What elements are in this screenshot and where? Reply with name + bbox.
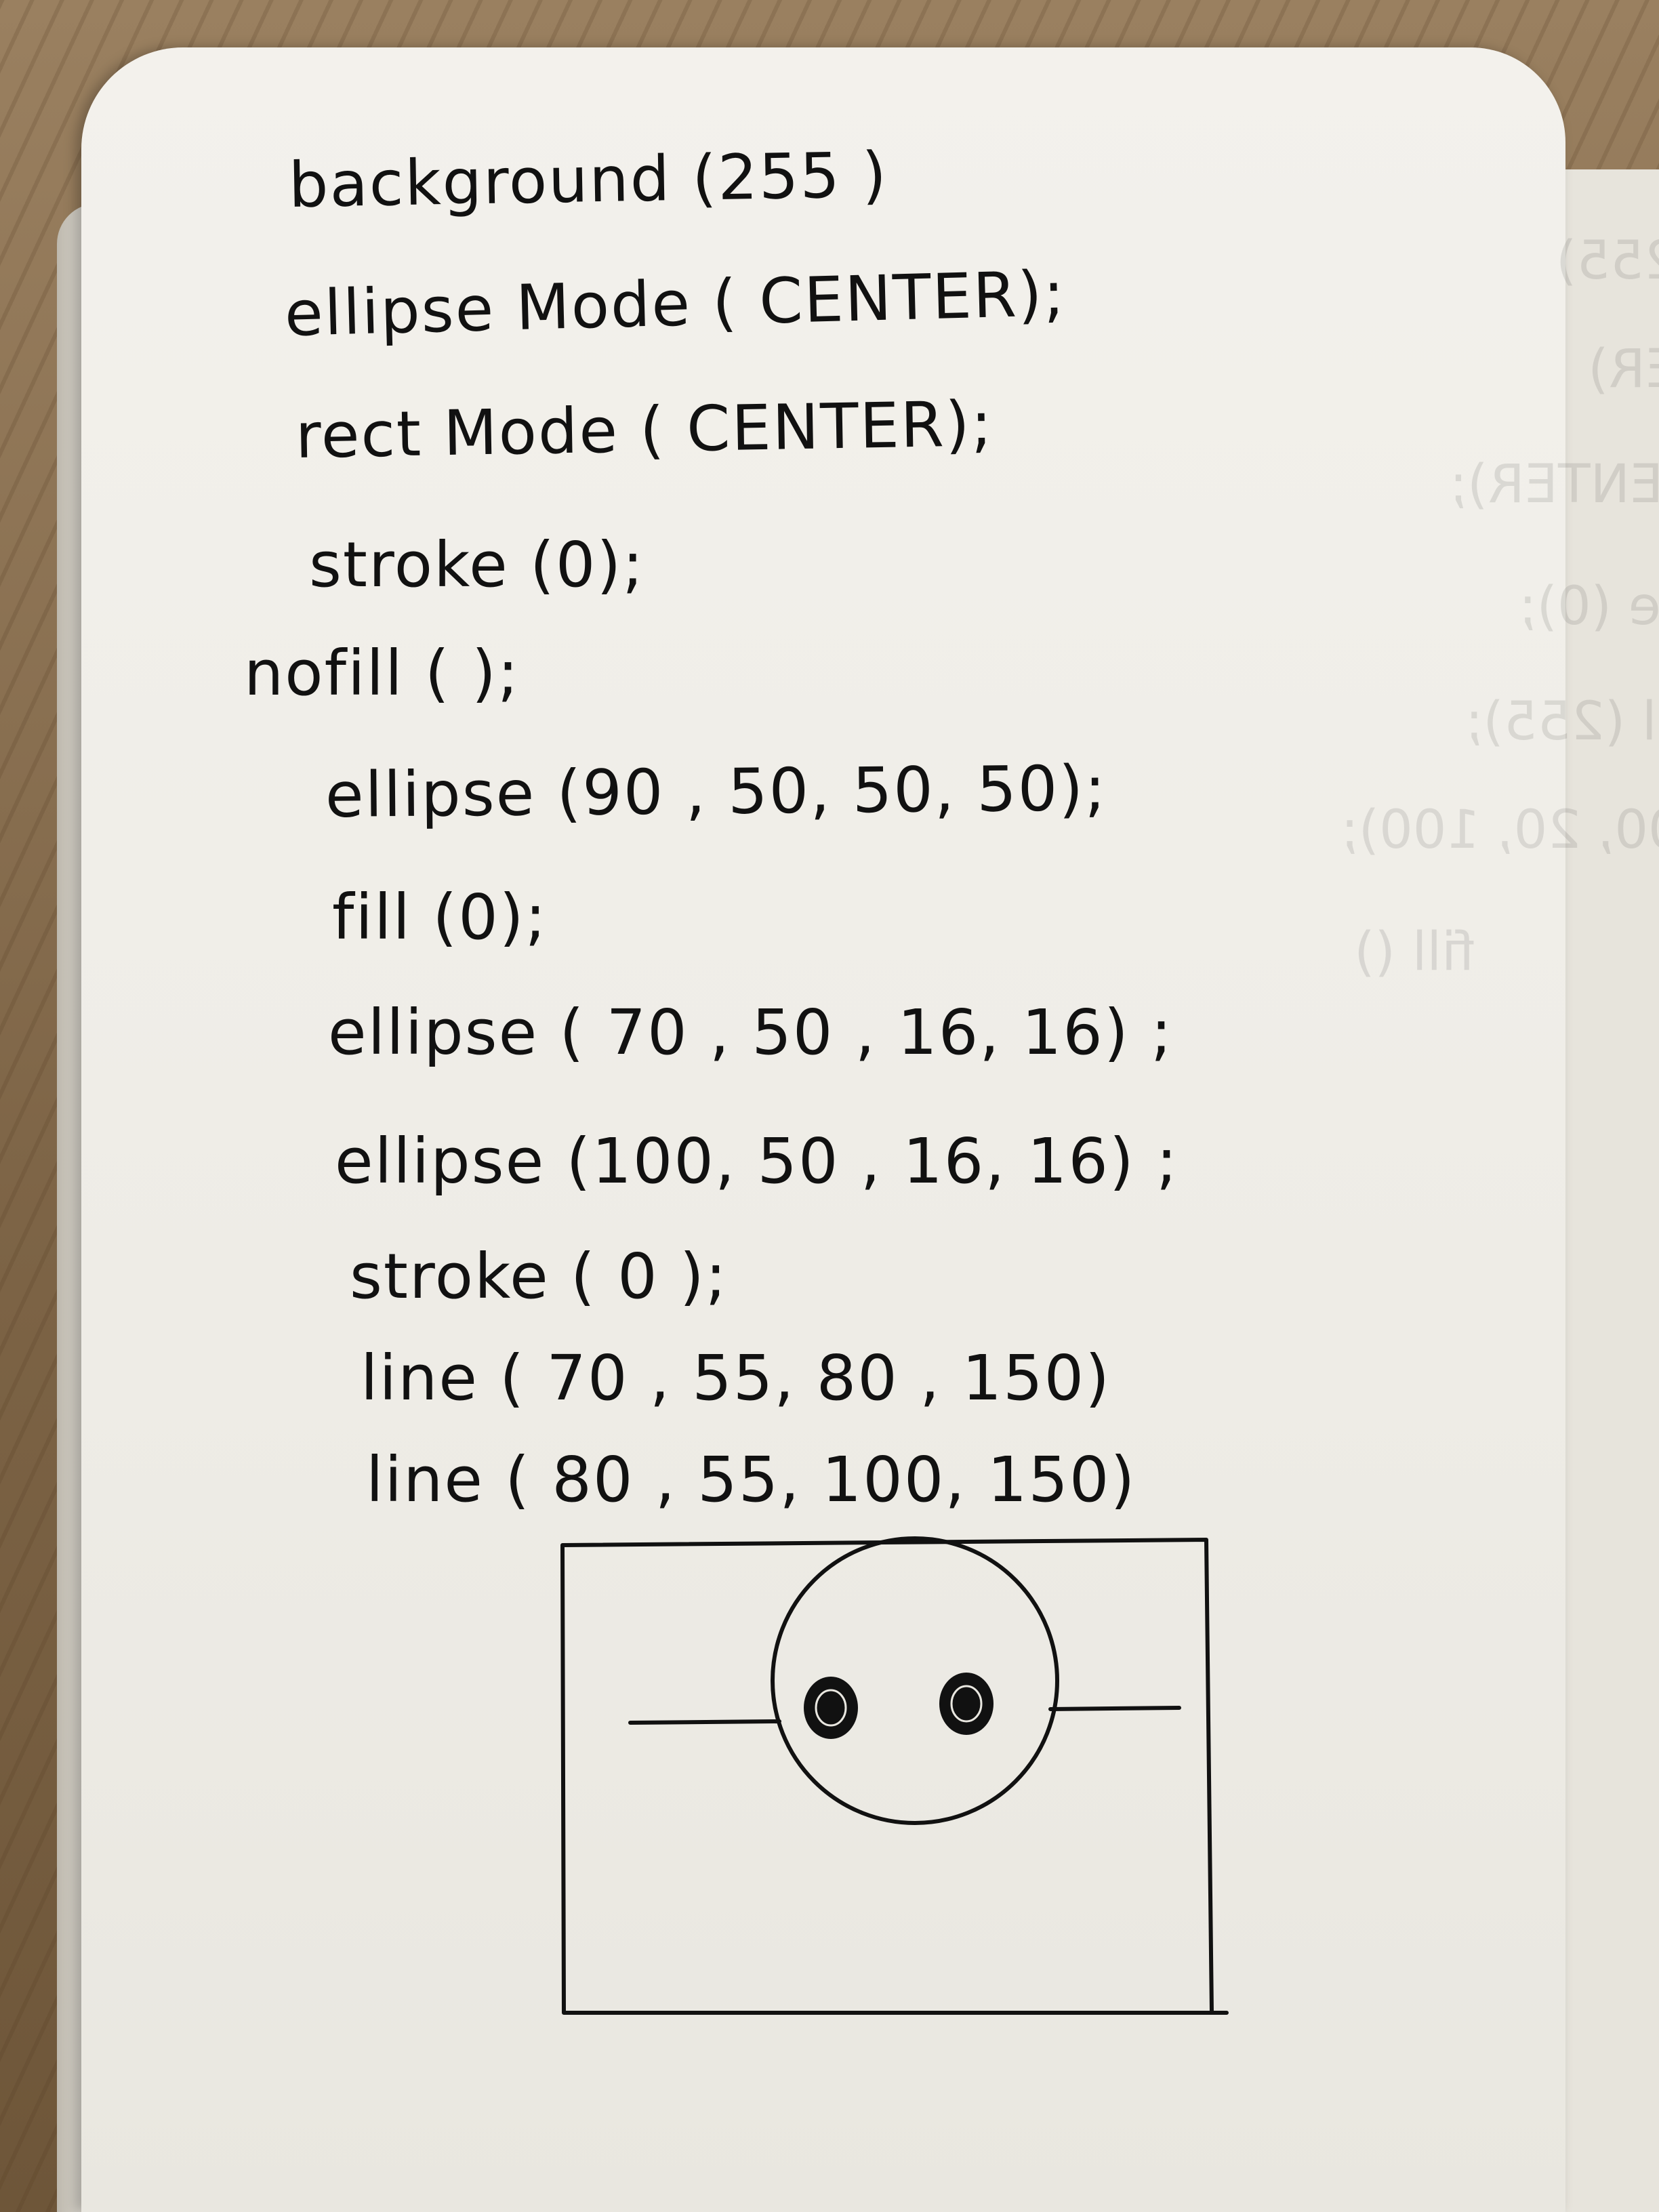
bleed-through-line: rect (100, 100, 20, 100); [1340, 800, 1659, 861]
code-line: ellipse (90 , 50, 50, 50); [325, 752, 1107, 832]
code-line: stroke ( 0 ); [350, 1240, 728, 1313]
bleed-through-line: stroke (0); [1519, 576, 1659, 637]
bleed-through-line: fill () [1354, 922, 1475, 983]
code-line: ellipse (100, 50 , 16, 16) ; [335, 1125, 1179, 1197]
sketch-right-arm [1048, 1706, 1181, 1711]
code-line: ellipse Mode ( CENTER); [283, 257, 1067, 350]
sketch-head-circle [771, 1536, 1059, 1825]
sketch-right-eye [939, 1673, 994, 1735]
sketch-eyes [804, 1673, 994, 1739]
code-line: line ( 80 , 55, 100, 150) [366, 1443, 1136, 1516]
sketch-left-eye [804, 1677, 858, 1739]
sketch-left-arm [628, 1719, 781, 1725]
bleed-through-line: ellipseMode (CENTER); [1449, 454, 1659, 515]
bleed-through-line: noFill (255); [1465, 691, 1659, 752]
processing-sketch-drawing [560, 1536, 1229, 2015]
code-line: rect Mode ( CENTER); [295, 388, 994, 472]
bleed-through-line: rectMode (CENTER) [1588, 339, 1659, 400]
code-line: nofill ( ); [244, 637, 520, 710]
code-line: line ( 70 , 55, 80 , 150) [361, 1342, 1111, 1414]
code-line: background (255 ) [288, 138, 888, 222]
code-line: ellipse ( 70 , 50 , 16, 16) ; [328, 996, 1173, 1069]
sketch-frame [560, 1538, 1229, 2015]
code-line: fill (0); [332, 881, 548, 954]
code-line: stroke (0); [309, 529, 645, 601]
notebook-page: background (255) rectMode (CENTER) ellip… [81, 47, 1659, 2212]
bleed-through-line: background (255) [1555, 230, 1659, 291]
